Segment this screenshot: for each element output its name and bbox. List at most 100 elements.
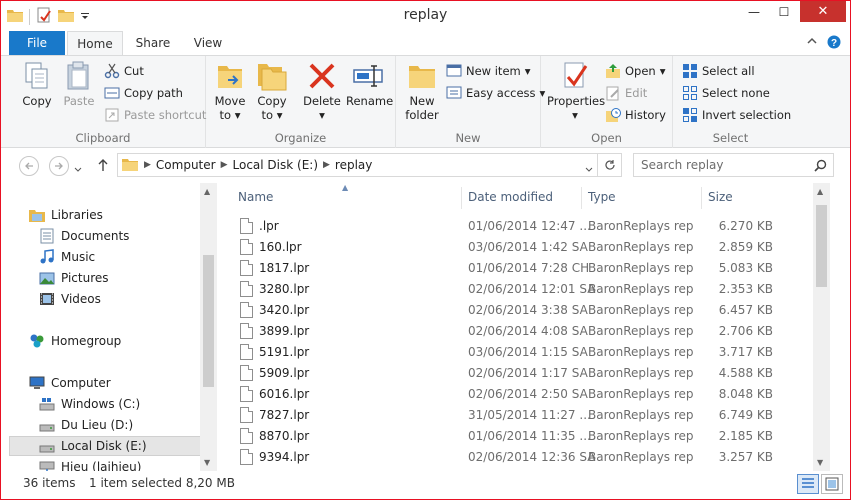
up-button[interactable] (97, 158, 109, 175)
file-row[interactable]: 9394.lpr 02/06/2014 12:36 SA BaronReplays … (218, 446, 830, 467)
column-header-name[interactable]: Name (238, 183, 273, 211)
tab-home[interactable]: Home (67, 31, 123, 55)
column-header-date[interactable]: Date modified (468, 183, 553, 211)
column-header-type[interactable]: Type (588, 183, 616, 211)
address-chevron[interactable]: ▶ (323, 160, 330, 170)
address-chevron[interactable]: ▶ (144, 160, 151, 170)
move-to-label-2-text: to (219, 108, 232, 122)
nav-item-du-lieu-d[interactable]: Du Lieu (D:) (39, 415, 133, 435)
file-icon (240, 280, 253, 297)
open-button[interactable]: Open ▾ (605, 63, 666, 79)
copy-button[interactable]: Copy (17, 60, 57, 108)
status-bar: 36 items 1 item selected 8,20 MB (1, 472, 850, 499)
recent-locations-dropdown-icon[interactable] (74, 162, 82, 176)
easy-access-icon (446, 85, 462, 101)
new-folder-button[interactable]: New folder (404, 60, 440, 122)
nav-item-hieu-laihieu[interactable]: Hieu (laihieu) (39, 457, 141, 471)
nav-item-local-disk-e[interactable]: Local Disk (E:) (9, 436, 201, 456)
file-row[interactable]: 1817.lpr 01/06/2014 7:28 CH BaronReplays r… (218, 257, 830, 278)
forward-button[interactable] (49, 156, 69, 176)
file-name: 1817.lpr (259, 260, 310, 275)
details-view-button[interactable] (797, 474, 819, 494)
breadcrumb-local-disk[interactable]: Local Disk (E:) (233, 158, 319, 172)
scroll-up-icon[interactable]: ▲ (817, 187, 823, 196)
file-row[interactable]: 3899.lpr 02/06/2014 4:08 SA BaronReplays r… (218, 320, 830, 341)
move-to-button[interactable]: Move to ▾ (212, 60, 248, 122)
column-header-size[interactable]: Size (708, 183, 733, 211)
scroll-down-icon[interactable]: ▼ (204, 458, 210, 467)
nav-scroll-thumb[interactable] (203, 255, 214, 387)
easy-access-button[interactable]: Easy access ▾ (446, 85, 545, 101)
properties-button[interactable]: Properties ▾ (547, 60, 605, 122)
file-row[interactable]: 6016.lpr 02/06/2014 2:50 SA BaronReplays r… (218, 383, 830, 404)
paste-button[interactable]: Paste (59, 60, 99, 108)
file-row[interactable]: 5909.lpr 02/06/2014 1:17 SA BaronReplays r… (218, 362, 830, 383)
tab-file[interactable]: File (9, 31, 65, 55)
address-dropdown-icon[interactable] (585, 162, 593, 176)
breadcrumb-computer[interactable]: Computer (156, 158, 216, 172)
select-all-label: Select all (702, 64, 755, 78)
collapse-ribbon-icon[interactable] (807, 35, 817, 48)
nav-item-libraries[interactable]: Libraries (29, 205, 103, 225)
column-separator[interactable] (461, 187, 462, 209)
large-icons-view-button[interactable] (821, 474, 843, 494)
file-row[interactable]: 7827.lpr 31/05/2014 11:27 ... BaronReplays… (218, 404, 830, 425)
address-bar[interactable]: ▶ Computer ▶ Local Disk (E:) ▶ replay (117, 153, 622, 177)
address-chevron[interactable]: ▶ (221, 160, 228, 170)
nav-item-pictures[interactable]: Pictures (39, 268, 109, 288)
file-row[interactable]: 160.lpr 03/06/2014 1:42 SA BaronReplays re… (218, 236, 830, 257)
file-list-scrollbar[interactable]: ▲ ▼ (813, 183, 830, 471)
clipboard-group: Copy Paste Cut Copy path Paste shortcut … (1, 56, 206, 148)
column-separator[interactable] (581, 187, 582, 209)
invert-selection-icon (682, 107, 698, 123)
nav-item-music[interactable]: Music (39, 247, 95, 267)
nav-item-documents[interactable]: Documents (39, 226, 129, 246)
search-icon[interactable] (814, 159, 827, 175)
copy-path-button[interactable]: Copy path (104, 85, 183, 101)
help-icon[interactable]: ? (827, 35, 841, 52)
nav-item-homegroup[interactable]: Homegroup (29, 331, 121, 351)
minimize-button[interactable]: — (740, 1, 768, 22)
file-row[interactable]: 3280.lpr 02/06/2014 12:01 SA BaronReplays … (218, 278, 830, 299)
drive-icon (39, 438, 55, 454)
file-row[interactable]: 8870.lpr 01/06/2014 11:35 ... BaronReplays… (218, 425, 830, 446)
ribbon: Copy Paste Cut Copy path Paste shortcut … (1, 55, 850, 148)
delete-button[interactable]: Delete ▾ (302, 60, 342, 122)
search-box[interactable]: Search replay (633, 153, 834, 177)
file-row[interactable]: .lpr 01/06/2014 12:47 ... BaronReplays rep… (218, 215, 830, 236)
refresh-button[interactable] (597, 154, 621, 176)
tab-share[interactable]: Share (125, 31, 181, 55)
file-row[interactable]: 3420.lpr 02/06/2014 3:38 SA BaronReplays r… (218, 299, 830, 320)
select-all-button[interactable]: Select all (682, 63, 755, 79)
nav-item-windows-c[interactable]: Windows (C:) (39, 394, 140, 414)
file-scroll-thumb[interactable] (816, 205, 827, 287)
cut-button[interactable]: Cut (104, 63, 144, 79)
file-size: 6.749 KB (718, 407, 773, 422)
invert-selection-button[interactable]: Invert selection (682, 107, 791, 123)
column-separator[interactable] (701, 187, 702, 209)
file-name-cell: 5909.lpr (240, 364, 309, 381)
select-none-button[interactable]: Select none (682, 85, 770, 101)
network-drive-icon (39, 459, 55, 471)
close-button[interactable]: ✕ (800, 1, 846, 22)
file-row[interactable]: 5191.lpr 03/06/2014 1:15 SA BaronReplays r… (218, 341, 830, 362)
file-date: 02/06/2014 1:17 SA (468, 365, 588, 380)
nav-pane-scrollbar[interactable]: ▲ ▼ (200, 183, 217, 471)
nav-item-computer[interactable]: Computer (29, 373, 111, 393)
scroll-up-icon[interactable]: ▲ (204, 187, 210, 196)
file-date: 31/05/2014 11:27 ... (468, 407, 591, 422)
maximize-button[interactable]: ☐ (770, 1, 798, 22)
rename-button[interactable]: Rename (346, 60, 393, 108)
scroll-down-icon[interactable]: ▼ (817, 458, 823, 467)
tab-view[interactable]: View (183, 31, 233, 55)
copy-to-button[interactable]: Copy to ▾ (254, 60, 290, 122)
back-button[interactable] (19, 156, 39, 176)
new-item-button[interactable]: New item ▾ (446, 63, 531, 79)
history-button[interactable]: History (605, 107, 666, 123)
nav-item-videos[interactable]: Videos (39, 289, 101, 309)
copy-icon (21, 60, 53, 92)
breadcrumb-replay[interactable]: replay (335, 158, 372, 172)
file-size: 3.717 KB (718, 344, 773, 359)
edit-button[interactable]: Edit (605, 85, 647, 101)
paste-shortcut-button[interactable]: Paste shortcut (104, 107, 206, 123)
